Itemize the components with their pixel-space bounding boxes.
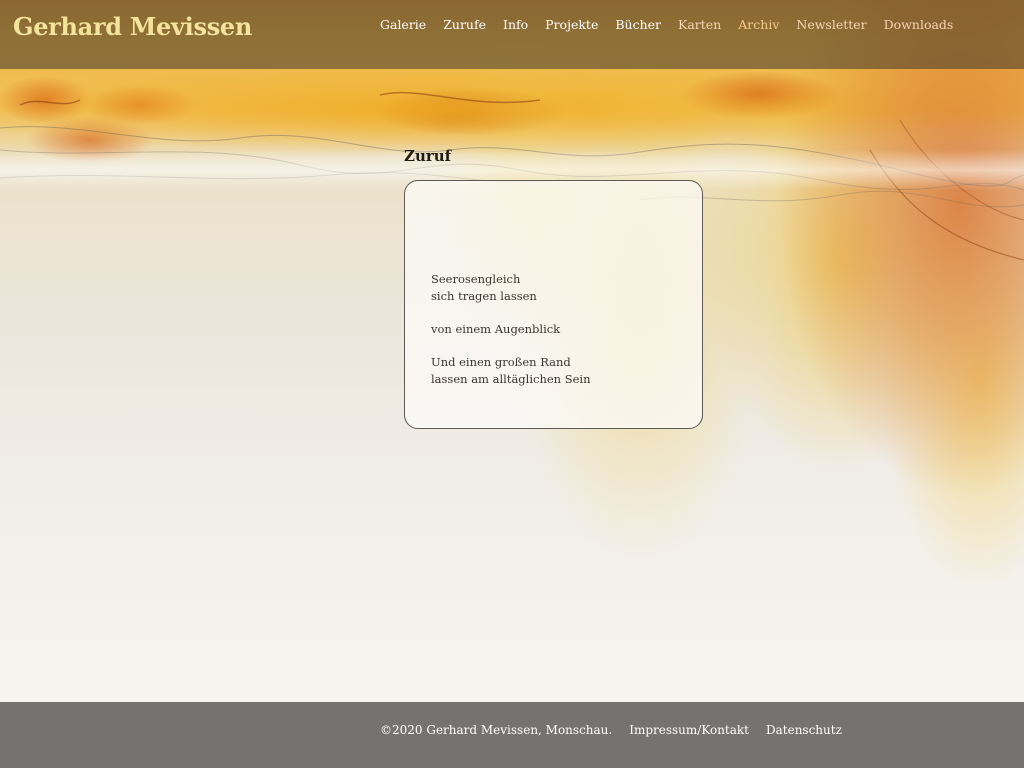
footer-link-datenschutz[interactable]: Datenschutz — [766, 723, 842, 737]
poem-card: Seerosengleich sich tragen lassen von ei… — [404, 180, 703, 429]
nav-item-projekte[interactable]: Projekte — [545, 16, 598, 34]
poem-text: Seerosengleich sich tragen lassen von ei… — [431, 271, 591, 404]
poem-line: Und einen großen Rand — [431, 355, 571, 369]
nav-item-galerie[interactable]: Galerie — [380, 16, 426, 34]
poem-line: Seerosengleich — [431, 272, 521, 286]
poem-line: sich tragen lassen — [431, 289, 537, 303]
poem-stanza: Seerosengleich sich tragen lassen — [431, 271, 591, 305]
footer-copyright: ©2020 Gerhard Mevissen, Monschau. — [380, 723, 613, 737]
footer-link-impressum[interactable]: Impressum/Kontakt — [629, 723, 749, 737]
nav-item-zurufe[interactable]: Zurufe — [443, 16, 486, 34]
nav-item-info[interactable]: Info — [503, 16, 528, 34]
poem-line: lassen am alltäglichen Sein — [431, 372, 591, 386]
nav-item-downloads[interactable]: Downloads — [884, 16, 954, 34]
site-header: Gerhard Mevissen Galerie Zurufe Info Pro… — [0, 0, 1024, 69]
site-footer: ©2020 Gerhard Mevissen, Monschau. Impres… — [0, 702, 1024, 768]
nav-item-buecher[interactable]: Bücher — [615, 16, 661, 34]
page-heading: Zuruf — [404, 147, 452, 166]
footer-content: ©2020 Gerhard Mevissen, Monschau. Impres… — [380, 723, 859, 737]
site-title[interactable]: Gerhard Mevissen — [13, 12, 252, 41]
poem-stanza: von einem Augenblick — [431, 321, 591, 338]
nav-item-karten[interactable]: Karten — [678, 16, 721, 34]
poem-stanza: Und einen großen Rand lassen am alltägli… — [431, 354, 591, 388]
nav-item-newsletter[interactable]: Newsletter — [796, 16, 866, 34]
poem-line: von einem Augenblick — [431, 322, 561, 336]
nav-item-archiv[interactable]: Archiv — [738, 16, 779, 34]
main-navigation: Galerie Zurufe Info Projekte Bücher Kart… — [380, 16, 970, 34]
